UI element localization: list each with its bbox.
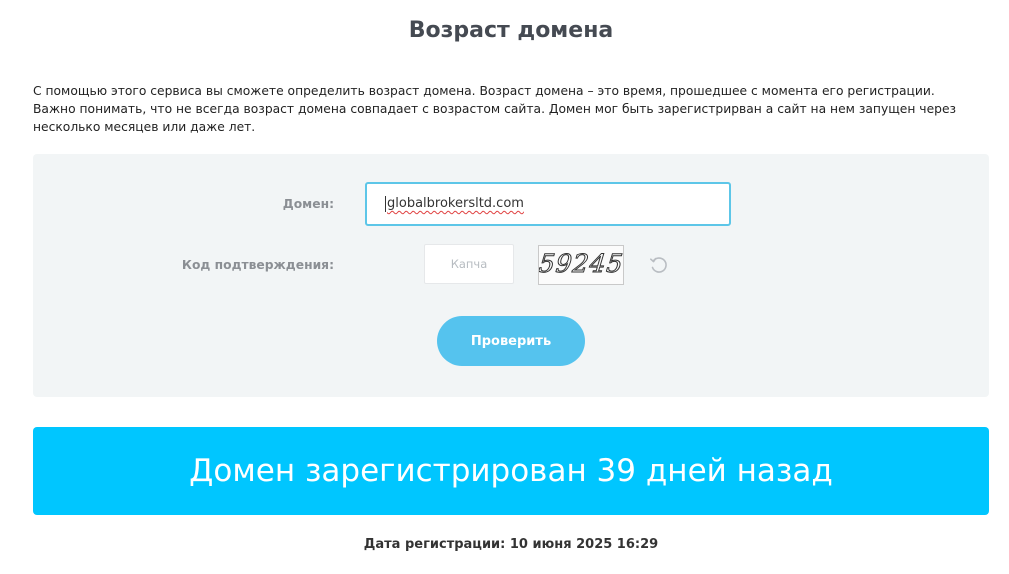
captcha-label: Код подтверждения:: [181, 258, 334, 272]
page-description: С помощью этого сервиса вы сможете опред…: [33, 84, 957, 134]
captcha-input[interactable]: [424, 244, 514, 284]
domain-input-value: globalbrokersltd.com: [387, 196, 524, 211]
refresh-icon[interactable]: [647, 253, 671, 277]
domain-label: Домен:: [282, 197, 334, 211]
captcha-image: 59245: [538, 245, 624, 285]
captcha-image-text: 59245: [538, 249, 624, 279]
domain-input[interactable]: globalbrokersltd.com: [365, 182, 731, 226]
page: Возраст домена С помощью этого сервиса в…: [0, 0, 1009, 574]
check-button[interactable]: Проверить: [437, 316, 585, 366]
page-title: Возраст домена: [408, 18, 614, 43]
text-caret: [385, 195, 386, 212]
domain-age-form: Домен: globalbrokersltd.com Код подтверж…: [33, 154, 989, 397]
result-banner: Домен зарегистрирован 39 дней назад: [33, 427, 989, 515]
registration-date: Дата регистрации: 10 июня 2025 16:29: [363, 537, 659, 552]
